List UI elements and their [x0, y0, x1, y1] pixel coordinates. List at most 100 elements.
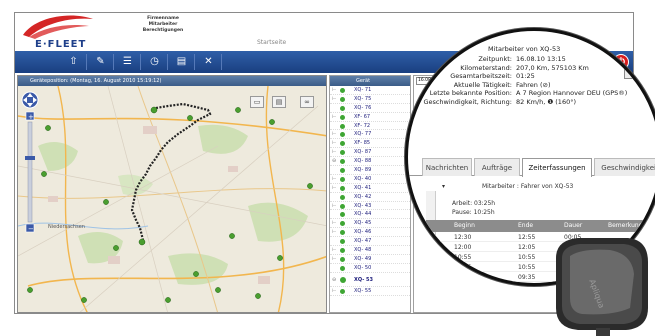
employee-subheader[interactable]: ▾ Mitarbeiter : Fahrer von XQ-53 [436, 181, 655, 193]
status-dot-icon [340, 123, 345, 129]
vehicle-row[interactable]: XQ- 44 [330, 210, 410, 220]
map-canvas[interactable]: Niedersachsen + − [18, 86, 327, 313]
expand-icon[interactable]: ⊢ [332, 219, 336, 228]
expand-icon[interactable]: ⊢ [332, 175, 336, 184]
expand-icon[interactable]: ⊢ [332, 255, 336, 264]
document-icon[interactable]: ▤ [169, 54, 195, 70]
vehicle-row[interactable]: ⊢ XQ- 75 [330, 95, 410, 104]
vehicle-label: XQ- 44 [354, 211, 372, 218]
vehicle-label: XQ- 46 [354, 229, 372, 236]
expand-icon[interactable]: ⊢ [332, 287, 336, 296]
vehicle-label: XQ- 48 [354, 247, 372, 254]
status-dot-icon [340, 168, 345, 174]
tools-icon[interactable]: ✕ [196, 54, 222, 70]
expand-icon[interactable]: ⊢ [332, 86, 336, 95]
info-key: Gesamtarbeitszeit: [450, 72, 512, 81]
beginn-cell: 12:30 [454, 234, 472, 241]
vehicle-row[interactable]: ⊢ XQ- 40 [330, 175, 410, 184]
status-dot-icon [340, 176, 345, 182]
list-icon[interactable]: ☰ [115, 54, 141, 70]
expand-icon[interactable]: ⊖ [332, 157, 336, 166]
vehicle-row[interactable]: ⊢ XQ- 48 [330, 246, 410, 255]
vehicle-row[interactable]: ⊢ XQ- 71 [330, 86, 410, 95]
info-value: 01:25 [516, 72, 535, 81]
ende-cell: 09:35 [518, 274, 536, 281]
svg-text:+: + [28, 113, 34, 121]
status-dot-icon [340, 159, 345, 165]
expand-icon[interactable]: ⊢ [332, 202, 336, 211]
close-icon[interactable]: ✕ [624, 67, 638, 79]
status-dot-icon [340, 132, 345, 138]
vehicle-row[interactable]: ⊢ XQ- 43 [330, 202, 410, 211]
pause-time: Pause: 10:25h [452, 209, 495, 216]
map-panel[interactable]: Geräteposition: (Montag, 16. August 2010… [17, 75, 327, 313]
map-title: Geräteposition: (Montag, 16. August 2010… [18, 76, 326, 86]
info-key: Zeitpunkt: [478, 55, 512, 63]
logo-text: E·FLEET [35, 39, 87, 50]
message-icon[interactable]: ✎ [88, 54, 114, 70]
vehicle-label: XF- 67 [354, 113, 371, 120]
status-dot-icon [340, 96, 345, 102]
vehicle-label: XQ- 45 [354, 220, 372, 227]
expand-icon[interactable]: ⊢ [332, 184, 336, 193]
expand-icon[interactable]: ⊢ [332, 139, 336, 148]
status-dot-icon [340, 185, 345, 191]
vehicle-row[interactable]: ⊖ XQ- 53 [330, 273, 410, 287]
vehicle-label: XQ- 41 [354, 184, 372, 191]
beginn-cell: 10:55 [454, 254, 472, 261]
ende-cell: 12:55 [518, 234, 536, 241]
vehicle-info: Zeitpunkt: 16.08.10 13:15 Kilometerstand: 2… [423, 55, 655, 107]
map-print-icon[interactable]: ▤ [272, 96, 286, 108]
vehicle-row[interactable]: ⊢ XF- 67 [330, 113, 410, 122]
activity-icon: ⊢ [430, 274, 435, 280]
vehicle-row[interactable]: XQ- 47 [330, 237, 410, 247]
vehicle-label: XQ- 40 [354, 175, 372, 182]
info-value: Fahren (⊘) [516, 80, 551, 89]
info-value: 207,0 Km, 575103 Km [516, 63, 589, 72]
vehicle-label: XQ- 77 [354, 131, 372, 138]
vehicle-label: XQ- 53 [354, 276, 373, 283]
clock-icon[interactable]: ◷ [142, 54, 168, 70]
tab-auftraege[interactable]: Aufträge [474, 158, 520, 176]
map-binoculars-icon[interactable]: ∞ [300, 96, 314, 108]
expand-icon[interactable]: ⊢ [332, 228, 336, 237]
vehicle-label: XQ- 43 [354, 202, 372, 209]
vehicle-row[interactable]: ⊢ XQ- 46 [330, 228, 410, 238]
vehicle-row[interactable]: XQ- 42 [330, 193, 410, 202]
tab-zeiterfassungen[interactable]: Zeiterfassungen [522, 158, 592, 177]
vehicle-row[interactable]: ⊖ XQ- 88 [330, 157, 410, 167]
vehicle-row[interactable]: XQ- 89 [330, 166, 410, 175]
status-dot-icon [340, 288, 345, 294]
upload-icon[interactable]: ⇧ [61, 54, 87, 70]
status-dot-icon [340, 248, 345, 254]
info-value: A 7 Region Hannover DEU (GPS®) [516, 89, 628, 98]
expand-icon[interactable]: ⊢ [332, 246, 336, 255]
vehicle-row[interactable]: ⊢ XF- 85 [330, 139, 410, 149]
vehicle-row[interactable]: XQ- 50 [330, 264, 410, 273]
vehicle-row[interactable]: ⊢ XQ- 87 [330, 148, 410, 158]
tab-geschwindigkeit[interactable]: Geschwindigkeit [594, 158, 655, 176]
info-key: Kilometerstand: [460, 63, 512, 72]
vehicle-row[interactable]: XQ- 76 [330, 104, 410, 113]
status-dot-icon [340, 88, 345, 93]
expand-icon[interactable]: ⊢ [332, 95, 336, 104]
vehicle-row[interactable]: ⊢ XQ- 45 [330, 219, 410, 229]
collapse-arrow-icon[interactable]: ▾ [442, 181, 445, 193]
expand-icon[interactable]: ⊖ [332, 273, 336, 287]
vehicle-row[interactable]: XF- 72 [330, 122, 410, 131]
vehicle-row[interactable]: ⊢ XQ- 77 [330, 130, 410, 140]
vehicle-row[interactable]: ⊢ XQ- 41 [330, 184, 410, 193]
time-summary: Arbeit: 03:25h Pause: 10:25h [452, 199, 495, 217]
svg-text:−: − [28, 225, 34, 233]
vehicle-row[interactable]: ⊢ XQ- 55 [330, 287, 410, 296]
vehicle-row[interactable]: ⊢ XQ- 49 [330, 255, 410, 264]
tab-nachrichten[interactable]: Nachrichten [422, 158, 472, 176]
vehicle-list: Gerät ⊢ XQ- 71 ⊢ XQ- 75 XQ- 76 ⊢ XF- 67 XF- 72 ⊢… [329, 75, 411, 313]
expand-icon[interactable]: ⊢ [332, 130, 336, 139]
map-layer-icon[interactable]: ▭ [250, 96, 264, 108]
vehicle-label: XQ- 50 [354, 264, 372, 271]
expand-icon[interactable]: ⊢ [332, 113, 336, 122]
status-dot-icon [340, 256, 345, 262]
status-dot-icon [340, 276, 346, 283]
expand-icon[interactable]: ⊢ [332, 148, 336, 157]
